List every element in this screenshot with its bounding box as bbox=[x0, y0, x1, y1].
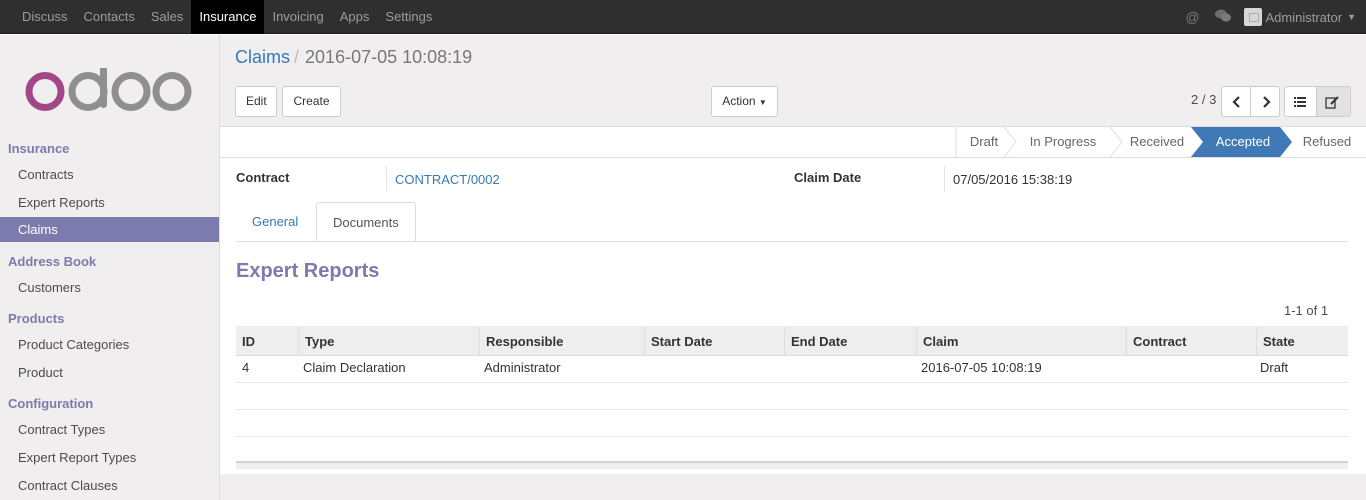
chevron-right-icon bbox=[1263, 96, 1271, 108]
user-menu[interactable]: Administrator ▼ bbox=[1238, 8, 1366, 26]
breadcrumb-claims-link[interactable]: Claims bbox=[235, 47, 290, 67]
create-button[interactable]: Create bbox=[282, 86, 341, 117]
sidebar-item-contract-clauses[interactable]: Contract Clauses bbox=[0, 473, 219, 498]
app-menu: Discuss Contacts Sales Insurance Invoici… bbox=[14, 0, 440, 34]
action-dropdown[interactable]: Action ▼ bbox=[711, 86, 778, 117]
cell-type: Claim Declaration bbox=[303, 360, 406, 375]
stage-in-progress[interactable]: In Progress bbox=[1016, 127, 1110, 157]
avatar bbox=[1243, 8, 1262, 26]
systray: @ Administrator ▼ bbox=[1178, 0, 1366, 34]
form-bottom-area bbox=[220, 474, 1366, 500]
edit-button[interactable]: Edit bbox=[235, 86, 277, 117]
menu-apps[interactable]: Apps bbox=[332, 0, 378, 34]
sidebar-item-expert-reports[interactable]: Expert Reports bbox=[0, 190, 219, 215]
cell-state: Draft bbox=[1260, 360, 1289, 375]
sidebar-item-contract-types[interactable]: Contract Types bbox=[0, 417, 219, 442]
cell-start-date bbox=[644, 356, 650, 382]
list-view-button[interactable] bbox=[1284, 86, 1317, 117]
user-name: Administrator bbox=[1265, 9, 1343, 25]
tab-general[interactable]: General bbox=[236, 202, 314, 242]
table-header: ID Type Responsible Start Date End Date … bbox=[236, 326, 1348, 356]
action-label: Action bbox=[722, 94, 756, 108]
cell-contract bbox=[1126, 356, 1132, 382]
sidebar-section-configuration: Configuration bbox=[8, 396, 94, 411]
top-navbar: Discuss Contacts Sales Insurance Invoici… bbox=[0, 0, 1366, 34]
table-row[interactable]: 4 Claim Declaration Administrator 2016-0… bbox=[236, 356, 1348, 383]
status-bar-shapes bbox=[955, 127, 1292, 158]
sidebar-item-product-categories[interactable]: Product Categories bbox=[0, 332, 219, 357]
create-button-label: Create bbox=[293, 94, 330, 108]
sidebar-section-address-book: Address Book bbox=[8, 254, 97, 269]
sidebar-item-product[interactable]: Product bbox=[0, 360, 219, 385]
column-header-state[interactable]: State bbox=[1256, 326, 1348, 356]
cell-end-date bbox=[784, 356, 790, 382]
tab-divider bbox=[236, 241, 1348, 242]
menu-invoicing[interactable]: Invoicing bbox=[264, 0, 331, 34]
status-bar: Draft In Progress Received Accepted Refu… bbox=[220, 127, 1366, 158]
breadcrumb-separator: / bbox=[294, 47, 300, 67]
at-icon[interactable]: @ bbox=[1178, 9, 1208, 25]
edit-icon bbox=[1325, 96, 1339, 109]
form-view-button[interactable] bbox=[1316, 86, 1351, 117]
sidebar-section-insurance: Insurance bbox=[8, 141, 70, 156]
column-header-id[interactable]: ID bbox=[236, 326, 298, 356]
cell-claim: 2016-07-05 10:08:19 bbox=[921, 360, 1042, 375]
breadcrumb: Claims/2016-07-05 10:08:19 bbox=[235, 47, 472, 68]
menu-sales[interactable]: Sales bbox=[143, 0, 192, 34]
chevron-left-icon bbox=[1232, 96, 1240, 108]
column-header-claim[interactable]: Claim bbox=[916, 326, 1126, 356]
chat-icon[interactable] bbox=[1208, 9, 1238, 26]
sidebar-item-contracts[interactable]: Contracts bbox=[0, 162, 219, 187]
list-pager[interactable]: 1-1 of 1 bbox=[1284, 303, 1328, 318]
tab-documents[interactable]: Documents bbox=[316, 202, 416, 242]
column-header-contract[interactable]: Contract bbox=[1126, 326, 1256, 356]
sidebar-item-claims[interactable]: Claims bbox=[0, 217, 219, 242]
record-pager: 2 / 3 bbox=[1191, 92, 1217, 107]
contract-link[interactable]: CONTRACT/0002 bbox=[395, 172, 500, 187]
caret-down-icon: ▼ bbox=[758, 98, 767, 107]
stage-refused[interactable]: Refused bbox=[1294, 127, 1360, 157]
previous-button[interactable] bbox=[1221, 86, 1251, 117]
control-panel: Claims/2016-07-05 10:08:19 Edit Create A… bbox=[220, 35, 1366, 127]
claim-date-label: Claim Date bbox=[794, 170, 862, 185]
claim-date-value: 07/05/2016 15:38:19 bbox=[953, 172, 1073, 187]
sidebar-item-expert-report-types[interactable]: Expert Report Types bbox=[0, 445, 219, 470]
table-row-empty bbox=[236, 383, 1348, 410]
menu-discuss[interactable]: Discuss bbox=[14, 0, 76, 34]
next-button[interactable] bbox=[1250, 86, 1280, 117]
expert-reports-title: Expert Reports bbox=[236, 260, 380, 282]
column-header-end-date[interactable]: End Date bbox=[784, 326, 916, 356]
stage-draft[interactable]: Draft bbox=[956, 127, 1012, 157]
field-separator bbox=[386, 166, 387, 192]
menu-settings[interactable]: Settings bbox=[377, 0, 440, 34]
table-row-empty bbox=[236, 410, 1348, 437]
sidebar-item-customers[interactable]: Customers bbox=[0, 275, 219, 300]
cell-responsible: Administrator bbox=[484, 360, 561, 375]
odoo-logo bbox=[25, 68, 192, 111]
page-title: 2016-07-05 10:08:19 bbox=[305, 47, 473, 67]
menu-insurance[interactable]: Insurance bbox=[191, 0, 265, 34]
column-header-responsible[interactable]: Responsible bbox=[479, 326, 644, 356]
contract-label: Contract bbox=[236, 170, 290, 185]
column-header-start-date[interactable]: Start Date bbox=[644, 326, 784, 356]
sidebar: Insurance Contracts Expert Reports Claim… bbox=[0, 35, 220, 500]
stage-received[interactable]: Received bbox=[1122, 127, 1192, 157]
cell-id: 4 bbox=[242, 360, 250, 375]
stage-accepted[interactable]: Accepted bbox=[1203, 127, 1283, 157]
column-header-type[interactable]: Type bbox=[298, 326, 479, 356]
sidebar-section-products: Products bbox=[8, 311, 65, 326]
list-icon bbox=[1294, 97, 1306, 107]
menu-contacts[interactable]: Contacts bbox=[76, 0, 143, 34]
field-separator bbox=[944, 166, 945, 192]
caret-down-icon: ▼ bbox=[1347, 12, 1356, 22]
table-footer bbox=[236, 461, 1348, 469]
